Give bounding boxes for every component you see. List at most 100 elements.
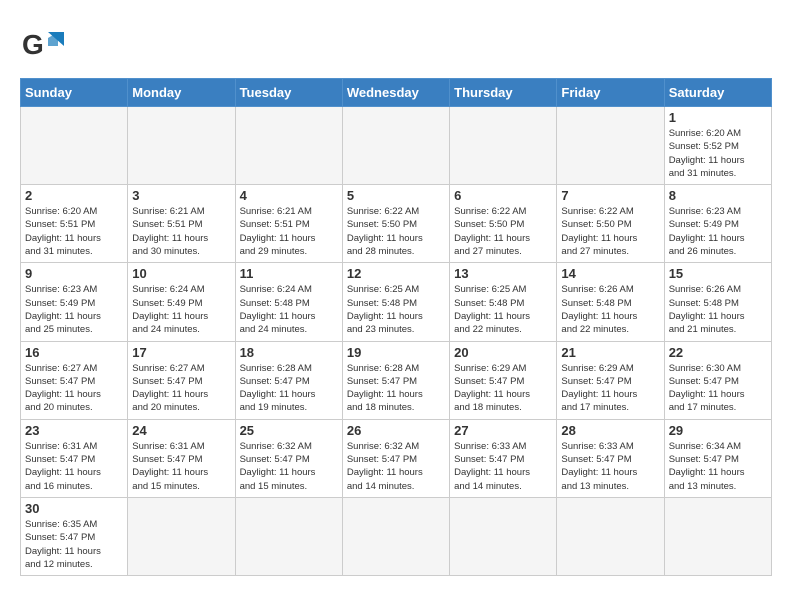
calendar-cell: 17Sunrise: 6:27 AM Sunset: 5:47 PM Dayli… xyxy=(128,341,235,419)
day-number: 14 xyxy=(561,266,659,281)
calendar-cell: 22 Sunrise: 6:30 AM Sunset: 5:47 PM Dayli… xyxy=(664,341,771,419)
calendar-cell: 10Sunrise: 6:24 AM Sunset: 5:49 PM Dayli… xyxy=(128,263,235,341)
header: G xyxy=(20,18,772,68)
calendar-cell xyxy=(235,107,342,185)
day-info: Sunrise: 6:25 AM Sunset: 5:48 PM Dayligh… xyxy=(454,283,552,336)
day-info: Sunrise: 6:22 AM Sunset: 5:50 PM Dayligh… xyxy=(454,205,552,258)
week-row-3: 9 Sunrise: 6:23 AM Sunset: 5:49 PM Daylig… xyxy=(21,263,772,341)
calendar-cell xyxy=(342,107,449,185)
calendar-cell: 27 Sunrise: 6:33 AM Sunset: 5:47 PM Dayli… xyxy=(450,419,557,497)
day-info: Sunrise: 6:23 AM Sunset: 5:49 PM Dayligh… xyxy=(25,283,123,336)
day-number: 7 xyxy=(561,188,659,203)
week-row-4: 16 Sunrise: 6:27 AM Sunset: 5:47 PM Dayli… xyxy=(21,341,772,419)
calendar-cell: 6 Sunrise: 6:22 AM Sunset: 5:50 PM Daylig… xyxy=(450,185,557,263)
calendar-cell xyxy=(342,497,449,575)
calendar-cell: 3Sunrise: 6:21 AM Sunset: 5:51 PM Daylig… xyxy=(128,185,235,263)
calendar-cell: 30 Sunrise: 6:35 AM Sunset: 5:47 PM Dayli… xyxy=(21,497,128,575)
day-number: 8 xyxy=(669,188,767,203)
calendar-cell xyxy=(450,107,557,185)
day-number: 17 xyxy=(132,345,230,360)
calendar-cell: 7Sunrise: 6:22 AM Sunset: 5:50 PM Daylig… xyxy=(557,185,664,263)
day-number: 18 xyxy=(240,345,338,360)
day-number: 24 xyxy=(132,423,230,438)
calendar-cell: 11 Sunrise: 6:24 AM Sunset: 5:48 PM Dayli… xyxy=(235,263,342,341)
day-info: Sunrise: 6:29 AM Sunset: 5:47 PM Dayligh… xyxy=(561,362,659,415)
weekday-header-friday: Friday xyxy=(557,79,664,107)
calendar-cell xyxy=(450,497,557,575)
day-info: Sunrise: 6:33 AM Sunset: 5:47 PM Dayligh… xyxy=(454,440,552,493)
day-info: Sunrise: 6:34 AM Sunset: 5:47 PM Dayligh… xyxy=(669,440,767,493)
calendar-cell: 13 Sunrise: 6:25 AM Sunset: 5:48 PM Dayli… xyxy=(450,263,557,341)
calendar-cell xyxy=(128,497,235,575)
calendar-cell xyxy=(128,107,235,185)
calendar-cell: 24 Sunrise: 6:31 AM Sunset: 5:47 PM Dayli… xyxy=(128,419,235,497)
svg-text:G: G xyxy=(22,29,44,60)
day-number: 30 xyxy=(25,501,123,516)
day-info: Sunrise: 6:22 AM Sunset: 5:50 PM Dayligh… xyxy=(347,205,445,258)
calendar-cell: 26 Sunrise: 6:32 AM Sunset: 5:47 PM Dayli… xyxy=(342,419,449,497)
calendar-cell xyxy=(557,497,664,575)
day-number: 13 xyxy=(454,266,552,281)
week-row-6: 30 Sunrise: 6:35 AM Sunset: 5:47 PM Dayli… xyxy=(21,497,772,575)
day-number: 16 xyxy=(25,345,123,360)
day-number: 15 xyxy=(669,266,767,281)
day-info: Sunrise: 6:21 AM Sunset: 5:51 PM Dayligh… xyxy=(132,205,230,258)
calendar-cell: 28 Sunrise: 6:33 AM Sunset: 5:47 PM Dayli… xyxy=(557,419,664,497)
day-info: Sunrise: 6:27 AM Sunset: 5:47 PM Dayligh… xyxy=(25,362,123,415)
day-info: Sunrise: 6:32 AM Sunset: 5:47 PM Dayligh… xyxy=(240,440,338,493)
day-number: 4 xyxy=(240,188,338,203)
weekday-header-wednesday: Wednesday xyxy=(342,79,449,107)
day-info: Sunrise: 6:23 AM Sunset: 5:49 PM Dayligh… xyxy=(669,205,767,258)
logo: G xyxy=(20,24,70,68)
day-number: 10 xyxy=(132,266,230,281)
day-info: Sunrise: 6:31 AM Sunset: 5:47 PM Dayligh… xyxy=(25,440,123,493)
day-number: 28 xyxy=(561,423,659,438)
weekday-header-thursday: Thursday xyxy=(450,79,557,107)
day-info: Sunrise: 6:35 AM Sunset: 5:47 PM Dayligh… xyxy=(25,518,123,571)
day-number: 26 xyxy=(347,423,445,438)
day-number: 29 xyxy=(669,423,767,438)
day-number: 20 xyxy=(454,345,552,360)
calendar-cell xyxy=(21,107,128,185)
calendar-cell: 25 Sunrise: 6:32 AM Sunset: 5:47 PM Dayli… xyxy=(235,419,342,497)
calendar-cell: 9 Sunrise: 6:23 AM Sunset: 5:49 PM Daylig… xyxy=(21,263,128,341)
calendar-cell: 19Sunrise: 6:28 AM Sunset: 5:47 PM Dayli… xyxy=(342,341,449,419)
calendar-cell xyxy=(235,497,342,575)
calendar-cell: 20 Sunrise: 6:29 AM Sunset: 5:47 PM Dayli… xyxy=(450,341,557,419)
logo-icon: G xyxy=(20,24,64,68)
weekday-header-saturday: Saturday xyxy=(664,79,771,107)
day-info: Sunrise: 6:28 AM Sunset: 5:47 PM Dayligh… xyxy=(347,362,445,415)
day-number: 11 xyxy=(240,266,338,281)
calendar-cell: 4Sunrise: 6:21 AM Sunset: 5:51 PM Daylig… xyxy=(235,185,342,263)
calendar-cell: 2 Sunrise: 6:20 AM Sunset: 5:51 PM Daylig… xyxy=(21,185,128,263)
day-number: 2 xyxy=(25,188,123,203)
day-info: Sunrise: 6:33 AM Sunset: 5:47 PM Dayligh… xyxy=(561,440,659,493)
day-number: 27 xyxy=(454,423,552,438)
day-number: 12 xyxy=(347,266,445,281)
day-number: 9 xyxy=(25,266,123,281)
calendar-table: SundayMondayTuesdayWednesdayThursdayFrid… xyxy=(20,78,772,576)
calendar-cell xyxy=(557,107,664,185)
calendar-cell: 18Sunrise: 6:28 AM Sunset: 5:47 PM Dayli… xyxy=(235,341,342,419)
day-info: Sunrise: 6:26 AM Sunset: 5:48 PM Dayligh… xyxy=(561,283,659,336)
weekday-header-monday: Monday xyxy=(128,79,235,107)
day-info: Sunrise: 6:25 AM Sunset: 5:48 PM Dayligh… xyxy=(347,283,445,336)
calendar-cell: 8 Sunrise: 6:23 AM Sunset: 5:49 PM Daylig… xyxy=(664,185,771,263)
day-number: 6 xyxy=(454,188,552,203)
calendar-cell: 23 Sunrise: 6:31 AM Sunset: 5:47 PM Dayli… xyxy=(21,419,128,497)
weekday-header-sunday: Sunday xyxy=(21,79,128,107)
day-info: Sunrise: 6:32 AM Sunset: 5:47 PM Dayligh… xyxy=(347,440,445,493)
day-info: Sunrise: 6:20 AM Sunset: 5:51 PM Dayligh… xyxy=(25,205,123,258)
day-number: 5 xyxy=(347,188,445,203)
day-info: Sunrise: 6:30 AM Sunset: 5:47 PM Dayligh… xyxy=(669,362,767,415)
day-info: Sunrise: 6:29 AM Sunset: 5:47 PM Dayligh… xyxy=(454,362,552,415)
day-info: Sunrise: 6:24 AM Sunset: 5:48 PM Dayligh… xyxy=(240,283,338,336)
day-number: 22 xyxy=(669,345,767,360)
day-number: 25 xyxy=(240,423,338,438)
day-number: 23 xyxy=(25,423,123,438)
calendar-cell: 29 Sunrise: 6:34 AM Sunset: 5:47 PM Dayli… xyxy=(664,419,771,497)
day-info: Sunrise: 6:31 AM Sunset: 5:47 PM Dayligh… xyxy=(132,440,230,493)
calendar-cell: 5 Sunrise: 6:22 AM Sunset: 5:50 PM Daylig… xyxy=(342,185,449,263)
week-row-1: 1Sunrise: 6:20 AM Sunset: 5:52 PM Daylig… xyxy=(21,107,772,185)
weekday-header-row: SundayMondayTuesdayWednesdayThursdayFrid… xyxy=(21,79,772,107)
